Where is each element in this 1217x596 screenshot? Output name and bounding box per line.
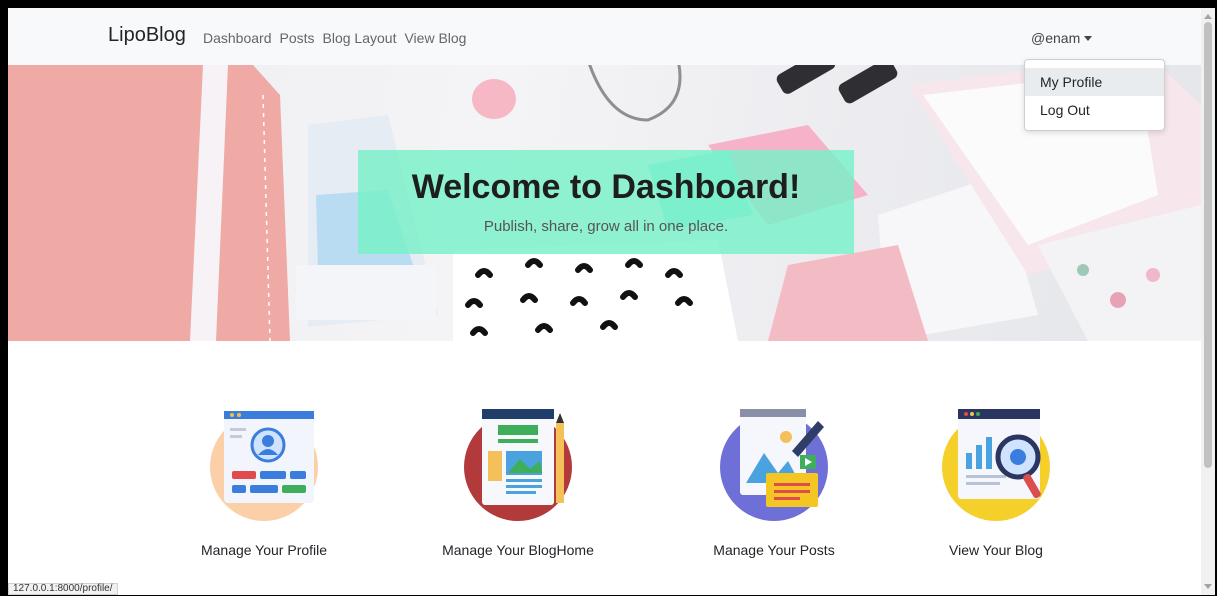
caret-down-icon — [1084, 36, 1093, 41]
nav-links: Dashboard Posts Blog Layout View Blog — [203, 30, 466, 46]
dropdown-item-my-profile[interactable]: My Profile — [1025, 68, 1164, 96]
feature-label: Manage Your BlogHome — [442, 542, 594, 558]
feature-manage-posts[interactable]: Manage Your Posts — [674, 403, 874, 558]
nav-link-view-blog[interactable]: View Blog — [404, 30, 466, 46]
browser-viewport: LipoBlog Dashboard Posts Blog Layout Vie… — [8, 8, 1215, 595]
feature-manage-bloghome[interactable]: Manage Your BlogHome — [418, 403, 618, 558]
user-menu-toggle[interactable]: @enam — [1031, 30, 1093, 46]
scroll-thumb[interactable] — [1204, 22, 1212, 468]
navbar: LipoBlog Dashboard Posts Blog Layout Vie… — [8, 8, 1201, 65]
hero-subtitle: Publish, share, grow all in one place. — [483, 218, 729, 235]
feature-manage-profile[interactable]: Manage Your Profile — [164, 403, 364, 558]
nav-link-posts[interactable]: Posts — [280, 30, 315, 46]
hero-card: Welcome to Dashboard! Publish, share, gr… — [358, 150, 854, 254]
nav-link-blog-layout[interactable]: Blog Layout — [323, 30, 397, 46]
feature-label: Manage Your Profile — [200, 542, 328, 558]
hero-title: Welcome to Dashboard! — [411, 168, 801, 206]
feature-label: Manage Your Posts — [713, 542, 835, 558]
profile-illustration-icon — [204, 403, 324, 523]
vertical-scrollbar[interactable] — [1201, 8, 1215, 595]
feature-view-blog[interactable]: View Your Blog — [896, 403, 1096, 558]
status-url-bar: 127.0.0.1:8000/profile/ — [8, 583, 118, 595]
bloghome-illustration-icon — [458, 403, 578, 523]
view-blog-illustration-icon — [936, 403, 1056, 523]
dropdown-item-log-out[interactable]: Log Out — [1025, 96, 1164, 124]
posts-illustration-icon — [714, 403, 834, 523]
feature-label: View Your Blog — [949, 542, 1043, 558]
user-dropdown-menu: My Profile Log Out — [1024, 59, 1165, 131]
scroll-up-arrow-icon[interactable] — [1204, 14, 1212, 19]
nav-link-dashboard[interactable]: Dashboard — [203, 30, 272, 46]
username-label: @enam — [1031, 30, 1081, 46]
hero-banner: Welcome to Dashboard! Publish, share, gr… — [8, 65, 1201, 341]
brand-link[interactable]: LipoBlog — [108, 24, 186, 47]
scroll-down-arrow-icon[interactable] — [1204, 584, 1212, 589]
